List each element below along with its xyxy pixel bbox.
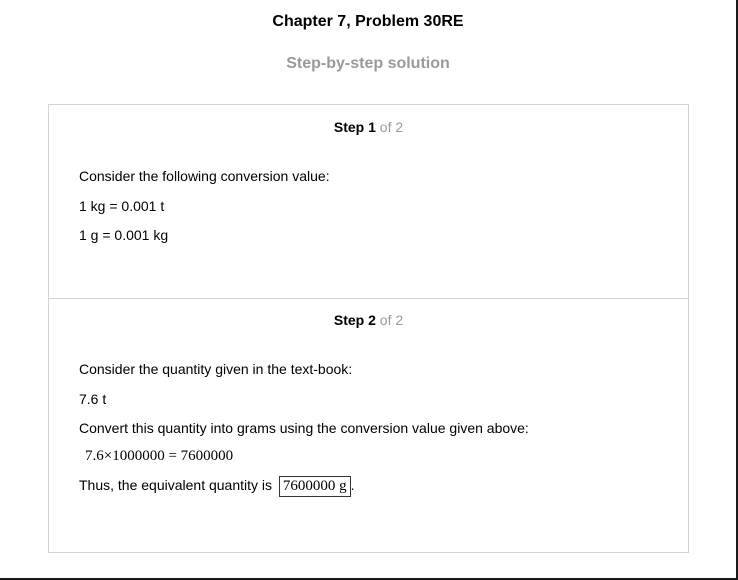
step-2-line-3: Convert this quantity into grams using t… <box>79 420 529 436</box>
steps-container: Step 1 of 2 Consider the following conve… <box>48 104 689 553</box>
step-2-conclusion: Thus, the equivalent quantity is 7600000… <box>79 476 355 497</box>
step-1-header: Step 1 of 2 <box>49 119 688 135</box>
step-2-header: Step 2 of 2 <box>49 312 688 328</box>
step-1-line-3: 1 g = 0.001 kg <box>79 227 169 243</box>
step-1-panel: Step 1 of 2 Consider the following conve… <box>49 105 688 299</box>
step-1-label: Step 1 <box>333 119 376 135</box>
conclusion-period: . <box>350 477 355 494</box>
answer-box: 7600000 g <box>278 476 351 497</box>
step-2-line-1: Consider the quantity given in the text-… <box>79 361 353 377</box>
step-2-equation: 7.6×1000000 = 7600000 <box>85 448 234 464</box>
step-1-of-total: of 2 <box>379 119 404 135</box>
step-1-line-1: Consider the following conversion value: <box>79 168 330 184</box>
page-subtitle: Step-by-step solution <box>286 55 450 72</box>
step-2-label: Step 2 <box>333 312 376 328</box>
step-2-panel: Step 2 of 2 Consider the quantity given … <box>49 298 688 552</box>
step-2-of-total: of 2 <box>379 312 404 328</box>
step-2-line-2: 7.6 t <box>79 391 107 407</box>
conclusion-text: Thus, the equivalent quantity is <box>79 477 273 494</box>
step-1-line-2: 1 kg = 0.001 t <box>79 198 165 214</box>
solution-page: { "header": { "title": "Chapter 7, Probl… <box>0 0 738 580</box>
page-title: Chapter 7, Problem 30RE <box>272 13 464 30</box>
